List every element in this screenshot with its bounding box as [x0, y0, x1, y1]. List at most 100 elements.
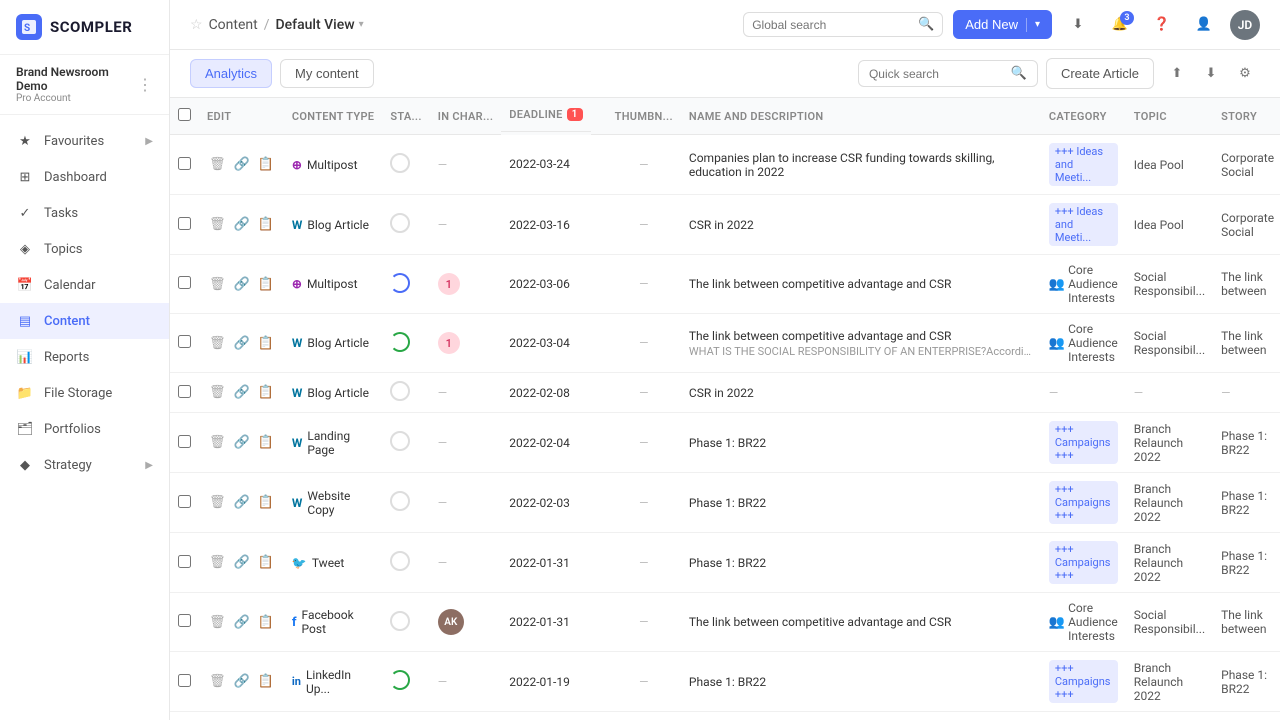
cell-status[interactable] [382, 413, 429, 473]
breadcrumb-content[interactable]: Content [209, 17, 258, 33]
cell-name[interactable]: Phase 1: BR22 [681, 652, 1041, 712]
cell-name[interactable]: Phase 1: BR22 [681, 413, 1041, 473]
th-status[interactable]: STA... [382, 98, 429, 135]
cell-checkbox[interactable] [170, 533, 199, 593]
delete-icon[interactable]: 🗑 [207, 275, 228, 294]
global-search-box[interactable]: 🔍 [743, 12, 943, 37]
cell-category[interactable]: +++ Campaigns +++ [1041, 533, 1126, 593]
cell-name[interactable]: The link between competitive advantage a… [681, 314, 1041, 373]
cell-in-charge[interactable]: — [430, 135, 501, 195]
cell-name[interactable]: Phase 1: BR22 [681, 473, 1041, 533]
cell-checkbox[interactable] [170, 255, 199, 314]
cell-checkbox[interactable] [170, 373, 199, 413]
favourite-star-icon[interactable]: ☆ [190, 17, 203, 33]
delete-icon[interactable]: 🗑 [207, 383, 228, 402]
link-icon[interactable]: 🔗 [232, 275, 252, 294]
cell-checkbox[interactable] [170, 712, 199, 720]
delete-icon[interactable]: 🗑 [207, 334, 228, 353]
cell-checkbox[interactable] [170, 413, 199, 473]
link-icon[interactable]: 🔗 [232, 215, 252, 234]
sidebar-item-content[interactable]: ▤ Content [0, 303, 169, 339]
cell-category[interactable]: 👥 Core Audience Interests [1041, 255, 1126, 314]
sidebar-item-calendar[interactable]: 📅 Calendar [0, 267, 169, 303]
cell-topic[interactable]: Branch Relaunch 2022 [1126, 712, 1213, 720]
tab-my-content[interactable]: My content [280, 59, 374, 88]
copy-icon[interactable]: 📋 [256, 334, 276, 353]
cell-category[interactable]: +++ Campaigns +++ [1041, 652, 1126, 712]
sidebar-item-topics[interactable]: ◈ Topics [0, 231, 169, 267]
cell-name[interactable]: Phase 1: BR22 [681, 533, 1041, 593]
cell-status[interactable] [382, 135, 429, 195]
th-topic[interactable]: TOPIC [1126, 98, 1213, 135]
delete-icon[interactable]: 🗑 [207, 493, 228, 512]
copy-icon[interactable]: 📋 [256, 672, 276, 691]
sidebar-item-favourites[interactable]: ★ Favourites ▶ [0, 123, 169, 159]
cell-in-charge[interactable]: — [430, 473, 501, 533]
cell-status[interactable] [382, 255, 429, 314]
cell-topic[interactable]: Branch Relaunch 2022 [1126, 413, 1213, 473]
cell-checkbox[interactable] [170, 593, 199, 652]
global-search-input[interactable] [752, 18, 912, 32]
link-icon[interactable]: 🔗 [232, 672, 252, 691]
view-dropdown-icon[interactable]: ▾ [359, 19, 364, 30]
quick-search-box[interactable]: 🔍 [858, 60, 1038, 87]
th-select-all[interactable] [170, 98, 199, 135]
link-icon[interactable]: 🔗 [232, 383, 252, 402]
delete-icon[interactable]: 🗑 [207, 613, 228, 632]
cell-name[interactable]: Phase 1: BR22 [681, 712, 1041, 720]
cell-category[interactable]: — [1041, 373, 1126, 413]
app-logo[interactable]: S SCOMPLER [0, 0, 169, 55]
row-checkbox[interactable] [178, 614, 191, 627]
cell-category[interactable]: +++ Ideas and Meeti... [1041, 195, 1126, 255]
cell-in-charge[interactable]: — [430, 533, 501, 593]
th-name[interactable]: NAME AND DESCRIPTION [681, 98, 1041, 135]
delete-icon[interactable]: 🗑 [207, 553, 228, 572]
copy-icon[interactable]: 📋 [256, 613, 276, 632]
delete-icon[interactable]: 🗑 [207, 672, 228, 691]
cell-in-charge[interactable]: — [430, 652, 501, 712]
copy-icon[interactable]: 📋 [256, 155, 276, 174]
sidebar-item-file-storage[interactable]: 📁 File Storage [0, 375, 169, 411]
cell-in-charge[interactable]: — [430, 413, 501, 473]
cell-name[interactable]: Companies plan to increase CSR funding t… [681, 135, 1041, 195]
cell-topic[interactable]: Idea Pool [1126, 135, 1213, 195]
cell-status[interactable] [382, 373, 429, 413]
cell-checkbox[interactable] [170, 195, 199, 255]
copy-icon[interactable]: 📋 [256, 275, 276, 294]
cell-checkbox[interactable] [170, 135, 199, 195]
cell-in-charge[interactable]: 1 [430, 255, 501, 314]
th-thumbnail[interactable]: THUMBN... [607, 98, 681, 135]
th-category[interactable]: CATEGORY [1041, 98, 1126, 135]
cell-topic[interactable]: Idea Pool [1126, 195, 1213, 255]
delete-icon[interactable]: 🗑 [207, 155, 228, 174]
cell-name[interactable]: The link between competitive advantage a… [681, 593, 1041, 652]
avatar[interactable]: JD [1230, 10, 1260, 40]
cell-category[interactable]: +++ Campaigns +++ [1041, 413, 1126, 473]
user-profile-button[interactable]: 👤 [1188, 9, 1220, 41]
th-story[interactable]: STORY [1213, 98, 1280, 135]
copy-icon[interactable]: 📋 [256, 553, 276, 572]
help-button[interactable]: ❓ [1146, 9, 1178, 41]
account-section[interactable]: Brand Newsroom Demo Pro Account ⋮ [0, 55, 169, 115]
cell-category[interactable]: +++ Campaigns +++ [1041, 712, 1126, 720]
th-deadline[interactable]: DEADLINE 1 [501, 98, 590, 132]
create-article-button[interactable]: Create Article [1046, 58, 1154, 89]
cell-checkbox[interactable] [170, 473, 199, 533]
cell-status[interactable] [382, 195, 429, 255]
tab-analytics[interactable]: Analytics [190, 59, 272, 88]
cell-name[interactable]: CSR in 2022 [681, 195, 1041, 255]
settings-icon[interactable]: ⚙ [1230, 59, 1260, 89]
cell-category[interactable]: +++ Ideas and Meeti... [1041, 135, 1126, 195]
row-checkbox[interactable] [178, 385, 191, 398]
cell-status[interactable] [382, 652, 429, 712]
cell-checkbox[interactable] [170, 314, 199, 373]
cell-topic[interactable]: Social Responsibil... [1126, 255, 1213, 314]
download-button[interactable]: ⬇ [1062, 9, 1094, 41]
add-new-button[interactable]: Add New ▾ [953, 10, 1052, 39]
row-checkbox[interactable] [178, 555, 191, 568]
sidebar-item-dashboard[interactable]: ⊞ Dashboard [0, 159, 169, 195]
cell-in-charge[interactable]: — [430, 195, 501, 255]
cell-status[interactable] [382, 533, 429, 593]
link-icon[interactable]: 🔗 [232, 334, 252, 353]
link-icon[interactable]: 🔗 [232, 155, 252, 174]
